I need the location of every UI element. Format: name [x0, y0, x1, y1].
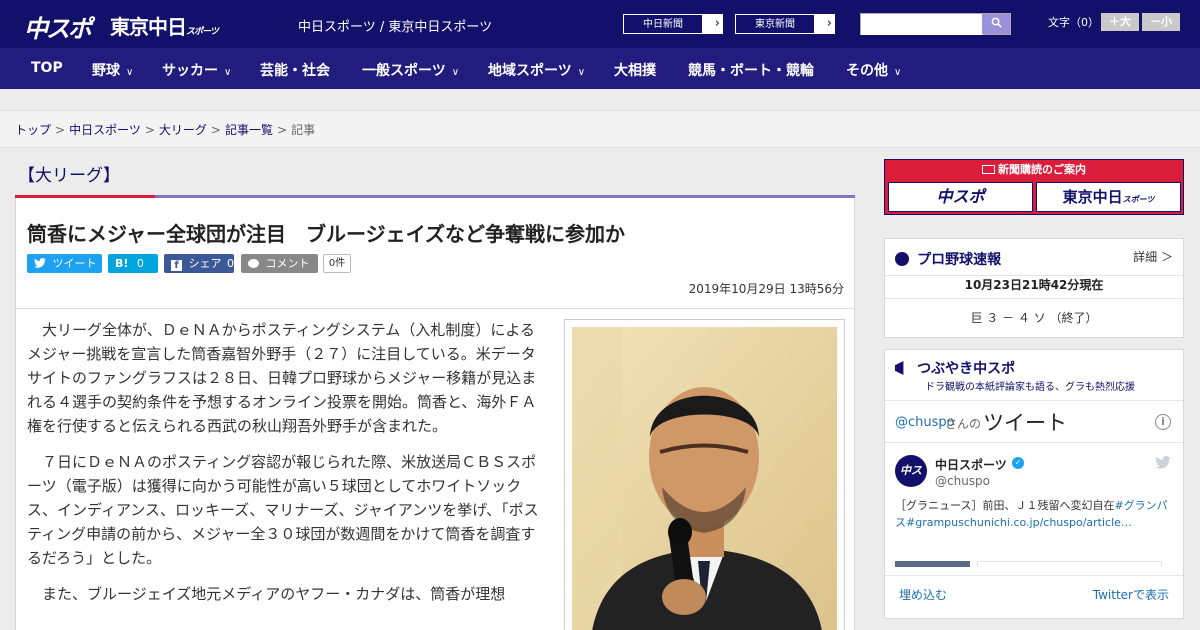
tweet-text: ［グラニュース］前田、Ｊ１残留へ変幻自在#グランパス#grampuschunic… — [895, 499, 1168, 529]
tweets-panel-subtitle: ドラ観戦の本紙評論家も語る、グラも熱烈応援 — [925, 382, 1135, 393]
chevron-down-icon: ∨ — [451, 67, 460, 78]
timeline-title: ツイート — [983, 411, 1067, 435]
nav-item-soccer[interactable]: サッカー ∨ — [162, 60, 231, 80]
chevron-down-icon: ∨ — [577, 67, 586, 78]
twitter-bird-icon[interactable] — [1155, 456, 1171, 469]
article-headline: 筒香にメジャー全球団が注目 ブルージェイズなど争奪戦に参加か — [27, 222, 625, 246]
search-input[interactable] — [861, 15, 983, 35]
nav-item-general-sports[interactable]: 一般スポーツ ∨ — [362, 60, 459, 80]
font-size-label: 文字（0） — [1048, 16, 1099, 29]
breadcrumb-mlb[interactable]: 大リーグ — [159, 123, 207, 137]
comment-button[interactable]: コメント — [241, 254, 318, 273]
tweets-panel: つぶやき中スポ ドラ観戦の本紙評論家も語る、グラも熱烈応援 @chuspo さん… — [884, 349, 1184, 619]
site-header: 中スポ 東京中日スポーツ 中日スポーツ / 東京中日スポーツ 中日新聞 › 東京… — [0, 0, 1200, 48]
breadcrumb: トップ > 中日スポーツ > 大リーグ > 記事一覧 > 記事 — [0, 110, 1200, 148]
article-paragraph: 大リーグ全体が、ＤｅＮＡからポスティングシステム（入札制度）によるメジャー挑戦を… — [27, 321, 537, 435]
twitter-timeline-header: @chuspo さんの ツイート i — [885, 400, 1183, 442]
newspaper-icon — [982, 165, 995, 174]
chevron-right-icon: › — [714, 16, 720, 31]
chunichi-shimbun-link[interactable]: 中日新聞 › — [622, 13, 724, 35]
baseball-detail-link[interactable]: 詳細 ＞ — [1133, 248, 1173, 265]
speech-bubble-icon — [248, 259, 259, 268]
chuspo-logo[interactable]: 中スポ — [24, 9, 92, 44]
tweet-item[interactable]: 中ス 中日スポーツ ✓ @chuspo ［グラニュース］前田、Ｊ１残留へ変幻自在… — [885, 442, 1183, 567]
article-paragraph: ７日にＤｅＮＡのポスティング容認が報じられた際、米放送局ＣＢＳスポーツ（電子版）… — [27, 453, 539, 567]
article-paragraph: また、ブルージェイズ地元メディアのヤフー・カナダは、筒香が理想 — [42, 585, 506, 603]
search-box — [860, 13, 1011, 35]
nav-item-other[interactable]: その他 ∨ — [846, 60, 901, 80]
nav-item-baseball[interactable]: 野球 ∨ — [92, 60, 133, 80]
tweets-panel-title: つぶやき中スポ — [917, 361, 1016, 377]
twitter-bird-icon — [34, 257, 46, 268]
font-size-down-button[interactable]: －小 — [1142, 13, 1180, 31]
chevron-down-icon: ∨ — [126, 67, 134, 78]
nav-item-top[interactable]: TOP — [31, 60, 63, 76]
verified-icon: ✓ — [1012, 457, 1024, 469]
info-icon[interactable]: i — [1155, 414, 1171, 430]
nav-item-racing[interactable]: 競馬・ボート・競輪 — [688, 60, 814, 80]
hatena-icon: B! — [115, 257, 129, 270]
avatar[interactable]: 中ス — [895, 455, 927, 487]
tweet-account-handle[interactable]: @chuspo — [935, 474, 990, 488]
site-name: 中日スポーツ / 東京中日スポーツ — [298, 20, 493, 35]
megaphone-icon — [895, 361, 904, 375]
tokyo-chunichi-logo[interactable]: 東京中日スポーツ — [110, 11, 219, 40]
twitter-timeline-footer: 埋め込む Twitterで表示 — [885, 575, 1183, 619]
breadcrumb-current: 記事 — [291, 123, 316, 137]
tokyo-shimbun-link[interactable]: 東京新聞 › — [734, 13, 836, 35]
view-on-twitter-link[interactable]: Twitterで表示 — [1093, 586, 1169, 603]
tweet-button[interactable]: ツイート — [27, 254, 102, 273]
breadcrumb-top[interactable]: トップ — [15, 123, 51, 137]
nav-item-regional-sports[interactable]: 地域スポーツ ∨ — [488, 60, 585, 80]
font-size-up-button[interactable]: ＋大 — [1101, 13, 1139, 31]
chevron-down-icon: ∨ — [224, 67, 232, 78]
subscription-banner[interactable]: 新聞購読のご案内 中スポ 東京中日スポーツ — [884, 159, 1184, 215]
subscribe-tokyo-button[interactable]: 東京中日スポーツ — [1036, 182, 1181, 212]
baseball-score[interactable]: 巨 ３ － ４ ソ （終了） — [885, 309, 1183, 326]
article-photo[interactable] — [564, 319, 845, 630]
baseball-icon — [895, 252, 909, 266]
embed-link[interactable]: 埋め込む — [899, 586, 947, 603]
tweet-media-thumbnail[interactable] — [895, 561, 970, 567]
article-body: 大リーグ全体が、ＤｅＮＡからポスティングシステム（入札制度）によるメジャー挑戦を… — [27, 318, 542, 618]
chevron-right-icon: › — [826, 16, 832, 31]
nav-item-sumo[interactable]: 大相撲 — [614, 60, 656, 80]
baseball-as-of: 10月23日21時42分現在 — [885, 275, 1183, 299]
tweet-account-name[interactable]: 中日スポーツ — [935, 456, 1007, 473]
baseball-panel-title: プロ野球速報 — [917, 252, 1002, 268]
player-photo — [572, 327, 837, 630]
hatena-bookmark-button[interactable]: B! 0 — [108, 254, 158, 273]
facebook-share-button[interactable]: f シェア 0 — [164, 254, 234, 273]
breadcrumb-chunichi-sports[interactable]: 中日スポーツ — [69, 123, 141, 137]
main-nav: TOP 野球 ∨ サッカー ∨ 芸能・社会 一般スポーツ ∨ 地域スポーツ ∨ 大相撲 … — [0, 48, 1200, 89]
search-icon — [991, 17, 1002, 28]
subscribe-chuspo-button[interactable]: 中スポ — [888, 182, 1033, 212]
tweet-link[interactable]: #grampuschunichi.co.jp/chuspo/article… — [906, 516, 1132, 529]
nav-item-entertainment[interactable]: 芸能・社会 — [260, 60, 330, 80]
baseball-score-panel: プロ野球速報 詳細 ＞ 10月23日21時42分現在 巨 ３ － ４ ソ （終了… — [884, 238, 1184, 338]
search-button[interactable] — [982, 14, 1010, 34]
comment-count: 0件 — [323, 254, 351, 273]
facebook-icon: f — [171, 260, 182, 271]
section-title: 【大リーグ】 — [18, 166, 120, 186]
chevron-down-icon: ∨ — [894, 67, 902, 78]
article-date: 2019年10月29日 13時56分 — [688, 282, 844, 296]
breadcrumb-article-list[interactable]: 記事一覧 — [225, 123, 273, 137]
article: 筒香にメジャー全球団が注目 ブルージェイズなど争奪戦に参加か ツイート B! 0… — [15, 198, 855, 630]
